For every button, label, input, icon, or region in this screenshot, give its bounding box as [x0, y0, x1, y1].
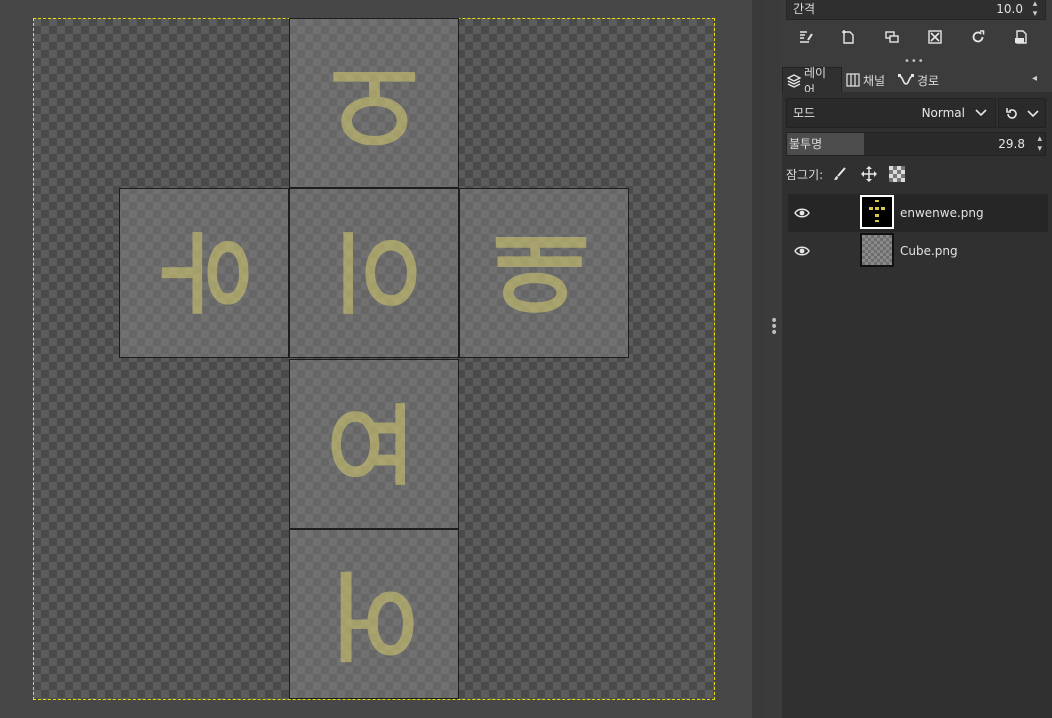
right-dock: 간격 10.0 ▴ ▾ ••• 레이어 채널 경로 ◂ 모드 Normal 불투…: [780, 0, 1052, 718]
brush-toolbar: [784, 22, 1042, 52]
tab-layers[interactable]: 레이어: [782, 66, 842, 97]
opacity-label: 불투명: [789, 137, 823, 151]
opacity-value: 29.8: [998, 137, 1025, 151]
dock-grip-icon[interactable]: •••: [904, 56, 925, 67]
lock-pixels-brush-icon[interactable]: [833, 167, 847, 181]
rotate-icon: [1006, 108, 1017, 119]
layer-row-cube[interactable]: Cube.png: [788, 232, 1048, 270]
edit-icon[interactable]: [784, 22, 827, 52]
export-icon[interactable]: [999, 22, 1042, 52]
eye-icon[interactable]: [794, 206, 810, 220]
canvas-vertical-scrollbar[interactable]: [752, 0, 764, 718]
composite-mode-button[interactable]: [998, 98, 1046, 128]
opacity-slider[interactable]: 불투명 29.8 ▴ ▾: [786, 132, 1046, 156]
chevron-down-icon: [1027, 110, 1039, 118]
face-text: 요: [317, 399, 430, 489]
layer-thumbnail: [860, 233, 894, 267]
face-text: 오: [329, 47, 419, 159]
layer-name[interactable]: enwenwe.png: [900, 194, 984, 232]
layer-row-enwenwe[interactable]: enwenwe.png: [788, 194, 1048, 232]
cube-face-right: 애: [459, 188, 629, 358]
spacing-value[interactable]: 10.0: [996, 0, 1023, 19]
lock-position-move-icon[interactable]: [861, 166, 878, 182]
spacing-label: 간격: [793, 2, 816, 16]
layer-name[interactable]: Cube.png: [900, 232, 958, 270]
eye-icon[interactable]: [794, 244, 810, 258]
face-text: 우: [147, 228, 260, 318]
dock-splitter-handle[interactable]: • • •: [764, 0, 780, 718]
layers-icon: [787, 73, 801, 88]
tab-label: 채널: [863, 73, 886, 88]
paths-icon: [898, 74, 914, 85]
grip-icon: • • •: [770, 313, 779, 341]
chevron-down-icon: [975, 109, 987, 117]
layer-thumbnail: [860, 195, 894, 229]
tab-channels[interactable]: 채널: [842, 67, 894, 93]
cube-face-left: 우: [119, 188, 289, 358]
mode-dropdown[interactable]: 모드 Normal: [786, 98, 996, 128]
tab-label: 경로: [917, 73, 940, 88]
image-canvas[interactable]: 오 우 으 애 요 어: [0, 0, 752, 718]
layer-list: enwenwe.png Cube.png: [782, 192, 1052, 712]
face-text: 으: [317, 228, 430, 318]
new-icon[interactable]: [827, 22, 870, 52]
tab-menu-icon[interactable]: ◂: [1032, 73, 1037, 84]
cube-face-top: 오: [289, 18, 459, 188]
channels-icon: [846, 73, 860, 87]
reset-icon[interactable]: [956, 22, 999, 52]
lock-label: 잠그기:: [786, 167, 824, 182]
tab-paths[interactable]: 경로: [894, 67, 944, 93]
lock-row: 잠그기:: [786, 164, 906, 184]
spacing-spinbox[interactable]: 간격 10.0 ▴ ▾: [786, 0, 1046, 20]
cube-face-center: 으: [289, 188, 459, 358]
face-text: 어: [329, 558, 419, 670]
cube-face-lower: 요: [289, 359, 459, 529]
cube-face-bottom: 어: [289, 529, 459, 699]
lock-alpha-checker-icon[interactable]: [889, 166, 906, 182]
mode-label: 모드: [793, 106, 816, 120]
mode-value: Normal: [921, 106, 965, 120]
duplicate-icon[interactable]: [870, 22, 913, 52]
layers-panel: 모드 Normal 불투명 29.8 ▴ ▾ 잠그기: enwenwe.png …: [782, 92, 1052, 718]
delete-icon[interactable]: [913, 22, 956, 52]
spin-arrows-icon[interactable]: ▴ ▾: [1029, 0, 1041, 19]
spin-arrows-icon[interactable]: ▴ ▾: [1037, 134, 1042, 154]
face-text: 애: [487, 228, 600, 318]
